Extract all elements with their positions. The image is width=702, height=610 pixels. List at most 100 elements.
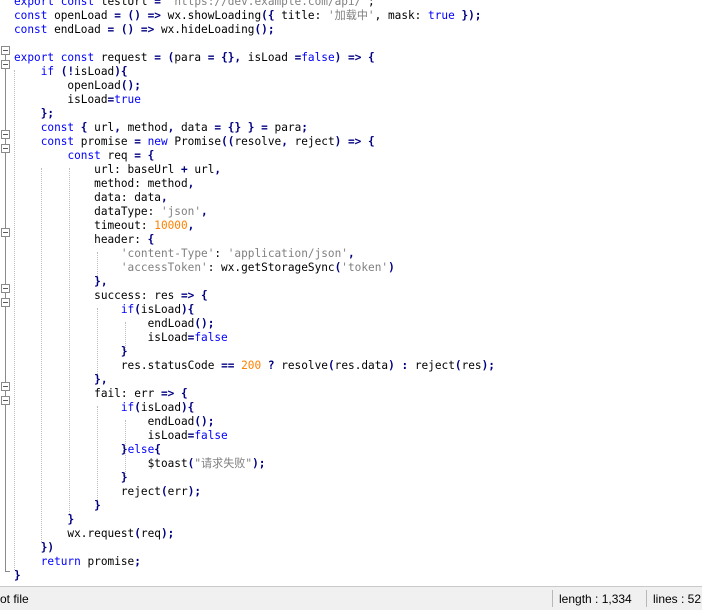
code-token: promise bbox=[80, 135, 135, 148]
code-token: = () => bbox=[107, 23, 161, 36]
code-token: res.data bbox=[334, 359, 389, 372]
code-token: ; bbox=[368, 0, 375, 8]
code-token: if bbox=[120, 401, 135, 414]
fold-toggle-header-icon[interactable] bbox=[1, 228, 10, 237]
code-token: testUrl bbox=[100, 0, 148, 8]
code-token: isLoad bbox=[74, 65, 115, 78]
code-line: const req = { bbox=[14, 149, 495, 163]
status-length: length : 1,334 bbox=[559, 592, 632, 606]
code-token: isLoad bbox=[140, 303, 181, 316]
code-line: 'content-Type': 'application/json', bbox=[14, 247, 495, 261]
code-token: fail: err bbox=[14, 387, 161, 400]
code-line: }) bbox=[14, 541, 495, 555]
code-token: resolve bbox=[234, 135, 282, 148]
code-token: == bbox=[221, 359, 242, 372]
fold-toggle-fail-if-icon[interactable] bbox=[1, 396, 10, 405]
code-editor[interactable]: export const testUrl = 'https://dev.exam… bbox=[0, 0, 702, 586]
fold-toggle-if-icon[interactable] bbox=[1, 60, 10, 69]
code-line: }else{ bbox=[14, 443, 495, 457]
code-token: wx.hideLoading bbox=[160, 23, 255, 36]
code-line: method: method, bbox=[14, 177, 495, 191]
code-text[interactable]: export const testUrl = 'https://dev.exam… bbox=[14, 0, 495, 583]
code-line: const endLoad = () => wx.hideLoading(); bbox=[14, 23, 495, 37]
fold-toggle-req-icon[interactable] bbox=[1, 144, 10, 153]
code-line: timeout: 10000, bbox=[14, 219, 495, 233]
code-token: = { bbox=[134, 149, 155, 162]
code-token: ; bbox=[301, 121, 308, 134]
code-line: header: { bbox=[14, 233, 495, 247]
code-token: ) : bbox=[388, 359, 415, 372]
code-token: url bbox=[194, 163, 215, 176]
code-token: if bbox=[120, 303, 135, 316]
code-token: , bbox=[347, 247, 355, 260]
code-line: const promise = new Promise((resolve, re… bbox=[14, 135, 495, 149]
code-token: const bbox=[14, 23, 55, 36]
code-line: isLoad=false bbox=[14, 429, 495, 443]
code-token: ) => { bbox=[334, 135, 375, 148]
code-token: export const bbox=[14, 0, 101, 8]
fold-toggle-fail-icon[interactable] bbox=[1, 382, 10, 391]
code-token: $toast bbox=[14, 457, 188, 470]
code-line: } bbox=[14, 569, 495, 583]
code-token: else bbox=[127, 443, 155, 456]
code-line: fail: err => { bbox=[14, 387, 495, 401]
code-token: res bbox=[461, 359, 482, 372]
code-token: }, bbox=[94, 373, 108, 386]
code-token: request bbox=[100, 51, 155, 64]
code-token: { bbox=[154, 443, 161, 456]
code-token: } bbox=[67, 513, 75, 526]
code-line: } bbox=[14, 499, 495, 513]
code-token: data bbox=[181, 121, 215, 134]
code-token: endLoad bbox=[54, 23, 108, 36]
code-token: , mask: bbox=[374, 9, 429, 22]
fold-toggle-promise-icon[interactable] bbox=[1, 130, 10, 139]
status-lines: lines : 52 bbox=[653, 592, 702, 606]
code-token: ( bbox=[327, 359, 335, 372]
code-line: } bbox=[14, 471, 495, 485]
code-line: 'accessToken': wx.getStorageSync('token'… bbox=[14, 261, 495, 275]
status-separator bbox=[552, 590, 553, 607]
code-line: dataType: 'json', bbox=[14, 205, 495, 219]
code-token: ){ bbox=[114, 65, 128, 78]
code-token: } bbox=[120, 443, 128, 456]
code-token: title: bbox=[281, 9, 328, 22]
code-token: 'https://dev.example.com/api/' bbox=[167, 0, 369, 8]
code-token: ( bbox=[134, 527, 141, 540]
code-line: reject(err); bbox=[14, 485, 495, 499]
code-token: "请求失败" bbox=[194, 457, 253, 470]
code-token: res.statusCode bbox=[14, 359, 222, 372]
code-token: = ( bbox=[154, 51, 175, 64]
code-line: if(isLoad){ bbox=[14, 303, 495, 317]
code-line: const { url, method, data = {} } = para; bbox=[14, 121, 495, 135]
code-line: }, bbox=[14, 275, 495, 289]
code-token: reject bbox=[14, 485, 161, 498]
code-token: para bbox=[174, 51, 208, 64]
code-token: data: data bbox=[14, 191, 161, 204]
code-token: }); bbox=[454, 9, 482, 22]
fold-toggle-request-icon[interactable] bbox=[1, 46, 10, 55]
code-token: ); bbox=[187, 485, 202, 498]
code-token: , bbox=[214, 163, 222, 176]
code-token: const bbox=[14, 9, 55, 22]
code-token: ) bbox=[388, 261, 395, 274]
code-token: + bbox=[180, 163, 195, 176]
code-token: , bbox=[281, 135, 295, 148]
code-token: } bbox=[94, 499, 101, 512]
code-token: } bbox=[120, 471, 128, 484]
code-token: req bbox=[140, 527, 161, 540]
code-line: export const testUrl = 'https://dev.exam… bbox=[14, 0, 495, 9]
fold-toggle-success-icon[interactable] bbox=[1, 284, 10, 293]
code-token: = bbox=[134, 135, 148, 148]
code-line: isLoad=false bbox=[14, 331, 495, 345]
code-token: false bbox=[194, 429, 228, 442]
code-token: (); bbox=[254, 23, 275, 36]
fold-toggle-success-if-icon[interactable] bbox=[1, 298, 10, 307]
code-token: }, bbox=[94, 275, 108, 288]
code-line: }; bbox=[14, 107, 495, 121]
